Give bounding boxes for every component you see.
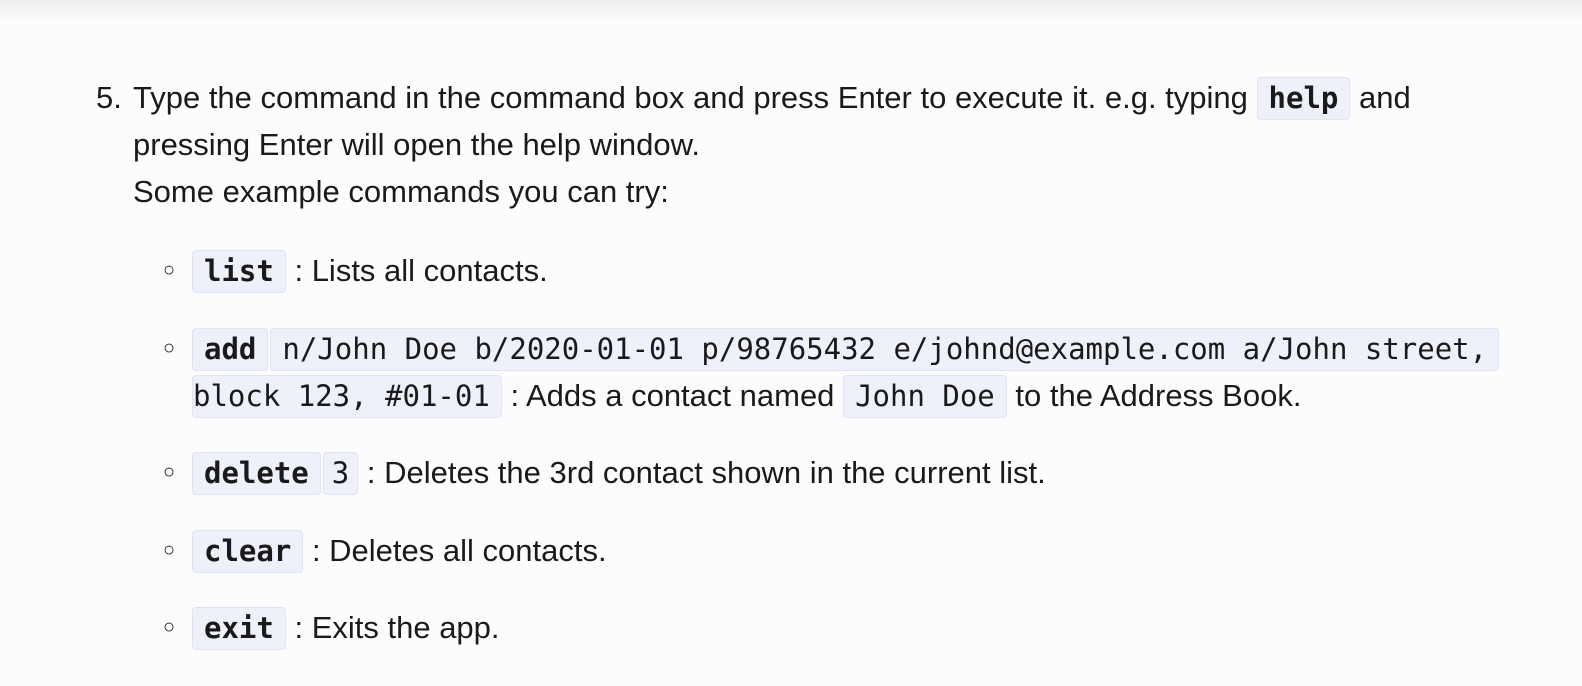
top-edge-shadow <box>0 0 1582 22</box>
bullet-circle-icon: ○ <box>163 337 176 359</box>
inline-code-delete: delete <box>192 452 321 495</box>
examples-intro: Some example commands you can try: <box>133 174 669 209</box>
ordered-list-item-5: 5. Type the command in the command box a… <box>96 74 1566 215</box>
command-description: : Exits the app. <box>294 610 500 645</box>
inline-code-delete-arg: 3 <box>322 452 359 495</box>
list-item: ○ clear : Deletes all contacts. <box>163 527 607 574</box>
list-item-number: 5. <box>96 80 122 115</box>
list-item: ○ add n/John Doe b/2020-01-01 p/98765432 … <box>163 325 1500 419</box>
bullet-circle-icon: ○ <box>163 539 176 561</box>
bullet-circle-icon: ○ <box>163 461 176 483</box>
instruction-text-and: and <box>1359 80 1411 115</box>
inline-code-add-args: n/John Doe b/2020-01-01 p/98765432 e/joh… <box>270 328 1500 371</box>
list-item: ○ exit : Exits the app. <box>163 604 500 651</box>
command-description: : Lists all contacts. <box>294 253 548 288</box>
inline-code-add-args-cont: block 123, #01-01 <box>192 375 502 418</box>
inline-code-exit: exit <box>192 607 286 650</box>
list-item: ○ list : Lists all contacts. <box>163 247 548 294</box>
inline-code-add: add <box>192 328 269 371</box>
command-description: : Deletes all contacts. <box>311 533 607 568</box>
inline-code-help: help <box>1256 77 1351 120</box>
list-item: ○ delete 3 : Deletes the 3rd contact show… <box>163 449 1046 496</box>
inline-code-name: John Doe <box>843 375 1007 418</box>
command-description-end: to the Address Book. <box>1015 378 1302 413</box>
instruction-text: Type the command in the command box and … <box>133 80 1248 115</box>
command-description: : Adds a contact named <box>510 378 835 413</box>
command-description: : Deletes the 3rd contact shown in the c… <box>366 455 1046 490</box>
instruction-line-2: pressing Enter will open the help window… <box>133 127 700 162</box>
instruction-line-1: Type the command in the command box and … <box>133 74 1566 121</box>
bullet-circle-icon: ○ <box>163 259 176 281</box>
inline-code-list: list <box>192 250 286 293</box>
list-item-body: Type the command in the command box and … <box>133 74 1566 215</box>
inline-code-clear: clear <box>192 530 304 573</box>
bullet-circle-icon: ○ <box>163 616 176 638</box>
